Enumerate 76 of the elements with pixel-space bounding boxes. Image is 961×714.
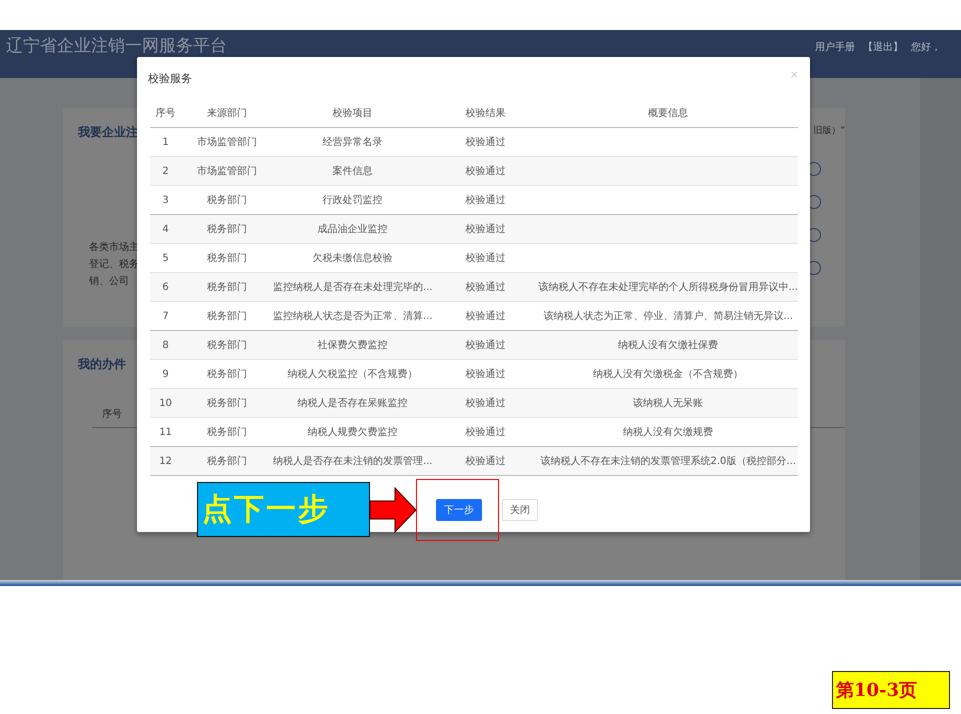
result-cell: 校验通过 xyxy=(465,195,506,206)
result-cell: 校验通过 xyxy=(465,456,506,467)
result-cell: 校验通过 xyxy=(465,311,506,322)
card-title: 我要企业注 xyxy=(78,124,138,141)
department-cell: 市场监管部门 xyxy=(197,137,258,148)
department-cell: 税务部门 xyxy=(207,369,248,380)
row-number: 7 xyxy=(162,310,169,322)
card-title: 我的办件 xyxy=(78,356,126,373)
result-cell: 校验通过 xyxy=(465,224,506,235)
check-item-cell: 纳税人规费欠费监控 xyxy=(308,427,398,438)
column-header: 校验项目 xyxy=(332,108,373,119)
header-link[interactable]: 用户手册 xyxy=(815,40,855,54)
department-cell: 税务部门 xyxy=(207,195,248,206)
check-item-cell: 纳税人欠税监控（不含规费） xyxy=(288,369,418,380)
check-item-cell: 行政处罚监控 xyxy=(322,195,383,206)
result-cell: 校验通过 xyxy=(465,166,506,177)
summary-cell: 纳税人没有欠缴税金（不含规费） xyxy=(593,369,744,380)
result-cell: 校验通过 xyxy=(465,282,506,293)
header-link[interactable]: 【退出】 xyxy=(863,40,903,54)
summary-cell: 纳税人没有欠缴规费 xyxy=(623,427,714,438)
row-number: 10 xyxy=(159,398,172,408)
department-cell: 税务部门 xyxy=(207,311,248,322)
card-text: 销、公司 xyxy=(89,275,130,288)
check-item-cell: 监控纳税人状态是否为正常、清算... xyxy=(272,311,432,322)
result-cell: 校验通过 xyxy=(465,340,506,351)
row-number: 8 xyxy=(162,340,169,350)
check-item-cell: 成品油企业监控 xyxy=(318,224,388,235)
result-cell: 校验通过 xyxy=(465,253,506,264)
department-cell: 税务部门 xyxy=(207,224,248,235)
row-number: 2 xyxy=(162,166,169,176)
check-item-cell: 社保费欠费监控 xyxy=(318,340,388,351)
page-label: 第10-3页 xyxy=(832,671,950,709)
row-number: 3 xyxy=(162,194,169,206)
summary-cell: 该纳税人不存在未注销的发票管理系统2.0版（税控部分... xyxy=(540,456,796,467)
column-header: 校验结果 xyxy=(465,108,506,119)
row-number: 5 xyxy=(162,252,169,264)
row-number: 6 xyxy=(162,282,169,292)
greeting: 您好， xyxy=(911,41,941,54)
department-cell: 税务部门 xyxy=(207,282,248,293)
row-number: 12 xyxy=(159,456,172,466)
summary-cell: 该纳税人无呆账 xyxy=(633,398,704,409)
column-header: 序号 xyxy=(102,409,122,420)
result-cell: 校验通过 xyxy=(465,137,506,148)
arrow-icon xyxy=(369,487,417,533)
result-cell: 校验通过 xyxy=(465,369,506,380)
row-number: 1 xyxy=(162,136,169,148)
result-cell: 校验通过 xyxy=(465,398,506,409)
department-cell: 税务部门 xyxy=(207,398,248,409)
column-header: 来源部门 xyxy=(207,108,248,119)
row-number: 4 xyxy=(162,224,169,234)
card-text: 登记、税务 xyxy=(89,258,139,271)
department-cell: 税务部门 xyxy=(207,456,248,467)
card-label: 旧版）” xyxy=(813,124,845,137)
close-button[interactable]: 关闭 xyxy=(502,499,538,521)
site-title: 辽宁省企业注销一网服务平台 xyxy=(6,35,227,57)
check-item-cell: 经营异常名录 xyxy=(322,137,383,148)
next-button[interactable]: 下一步 xyxy=(436,499,482,521)
check-item-cell: 纳税人是否存在未注销的发票管理... xyxy=(272,456,432,467)
dialog-title: 校验服务 xyxy=(148,71,192,87)
result-cell: 校验通过 xyxy=(465,427,506,438)
department-cell: 税务部门 xyxy=(207,253,248,264)
row-number: 11 xyxy=(159,426,172,438)
summary-cell: 纳税人没有欠缴社保费 xyxy=(618,340,718,351)
column-header: 序号 xyxy=(156,108,176,119)
check-item-cell: 欠税未缴信息校验 xyxy=(312,253,393,264)
department-cell: 税务部门 xyxy=(207,427,248,438)
check-item-cell: 监控纳税人是否存在未处理完毕的... xyxy=(272,282,432,293)
column-header: 概要信息 xyxy=(648,108,688,119)
check-item-cell: 案件信息 xyxy=(332,166,373,177)
department-cell: 税务部门 xyxy=(207,340,248,351)
check-item-cell: 纳税人是否存在呆账监控 xyxy=(298,398,408,409)
summary-cell: 该纳税人状态为正常、停业、清算户、简易注销无异议... xyxy=(543,311,793,322)
summary-cell: 该纳税人不存在未处理完毕的个人所得税身份冒用异议中... xyxy=(538,282,798,293)
row-number: 9 xyxy=(162,368,169,380)
callout-box: 点下一步 xyxy=(197,482,370,537)
department-cell: 市场监管部门 xyxy=(197,166,258,177)
